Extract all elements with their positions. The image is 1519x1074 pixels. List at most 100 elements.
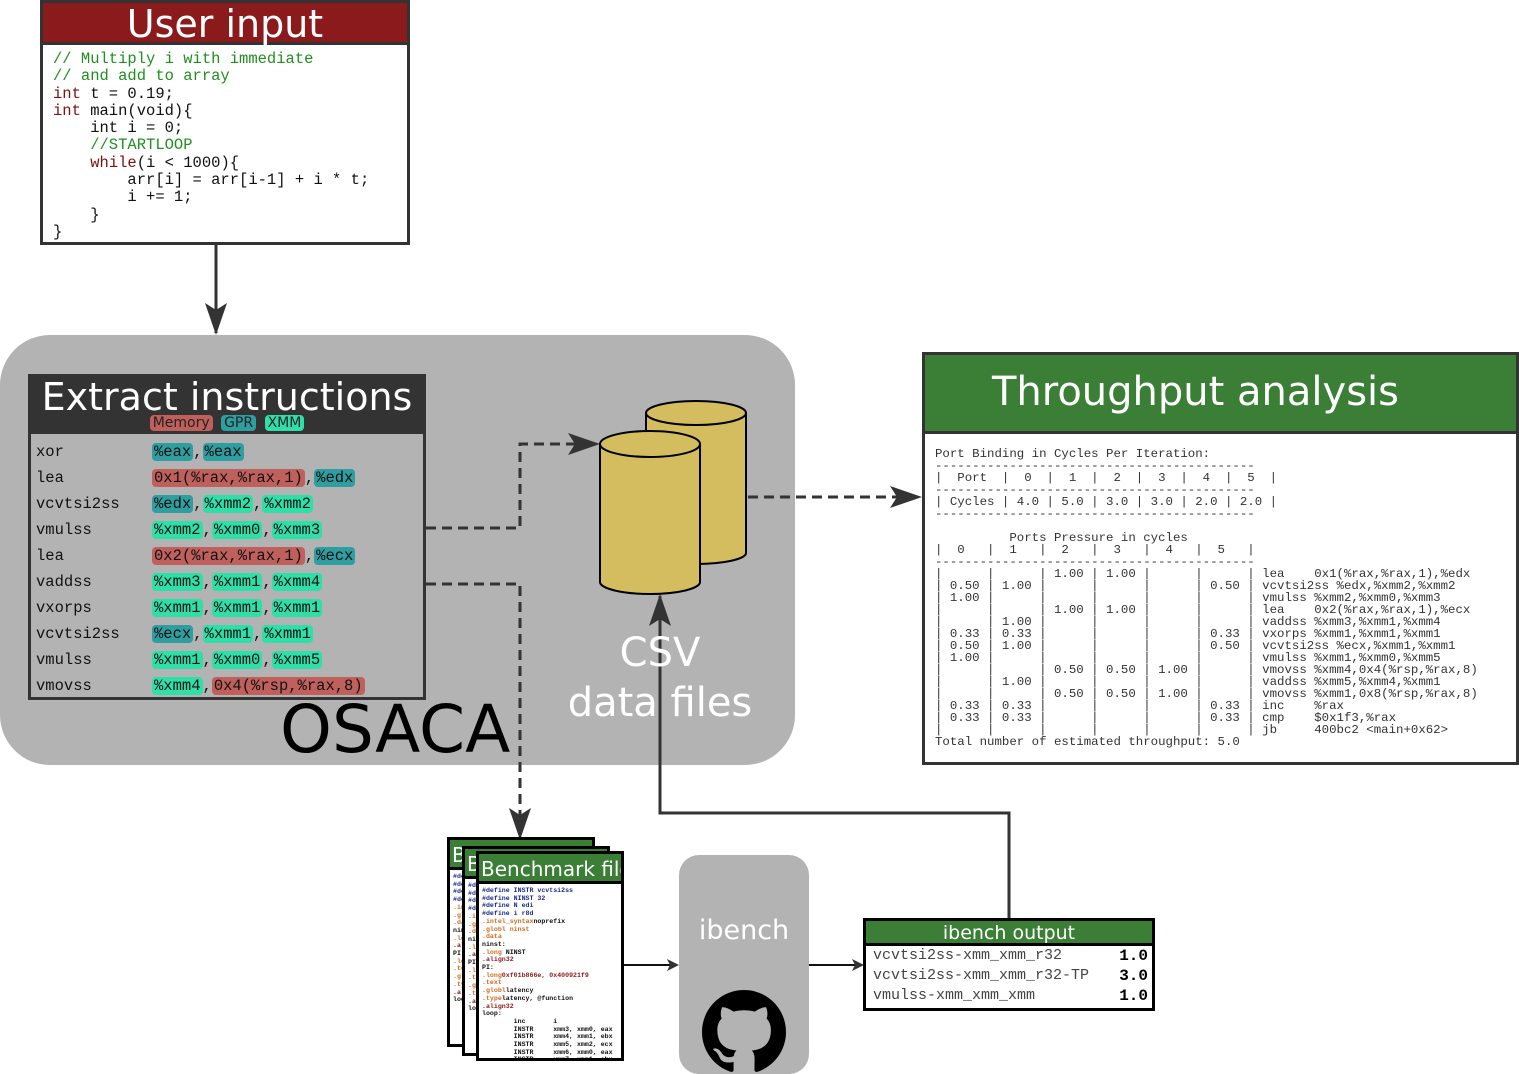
instruction-operands: %xmm2, %xmm0, %xmm3 bbox=[152, 521, 323, 539]
operand-xmm: %xmm4 bbox=[152, 677, 203, 695]
code-line: int main(void){ bbox=[53, 101, 193, 120]
instruction-operands: %xmm3, %xmm1, %xmm4 bbox=[152, 573, 323, 591]
operand-xmm: %xmm3 bbox=[271, 521, 323, 539]
instruction-mnemonic: vcvtsi2ss bbox=[36, 625, 120, 643]
ibench-output-title: ibench output bbox=[866, 921, 1152, 946]
output-value: 1.0 bbox=[1119, 947, 1148, 965]
benchmark-file-front: Benchmark file #define INSTR vcvtsi2ss #d… bbox=[476, 851, 624, 1061]
user-input-title: User input bbox=[43, 3, 407, 45]
csv-database-icon bbox=[599, 400, 747, 595]
operand-gpr: %eax bbox=[152, 443, 194, 461]
operand-xmm: %xmm0 bbox=[211, 651, 263, 669]
operand-memory: 0x4(%rsp,%rax,8) bbox=[211, 677, 365, 695]
legend-memory: Memory bbox=[149, 415, 213, 431]
operand-gpr: %ecx bbox=[152, 625, 194, 643]
benchmark-file-title: Benchmark file bbox=[479, 854, 621, 884]
instruction-row: vmulss %xmm2, %xmm0, %xmm3 bbox=[36, 517, 423, 543]
benchmark-line: .long NINST bbox=[482, 948, 526, 956]
arrow-extract-to-benchmark bbox=[426, 582, 531, 840]
benchmark-line: .align32 bbox=[482, 1002, 514, 1010]
instruction-row: vmulss %xmm1, %xmm0, %xmm5 bbox=[36, 647, 423, 673]
code-line: int t = 0.19; bbox=[53, 84, 174, 103]
operand-xmm: %xmm1 bbox=[211, 573, 263, 591]
output-row: vcvtsi2ss-xmm_xmm_r32-TP 3.0 bbox=[866, 966, 1152, 986]
extract-instructions-panel: Extract instructions Memory GPR XMM xor%… bbox=[28, 374, 426, 700]
instruction-mnemonic: vmulss bbox=[36, 651, 92, 669]
instruction-mnemonic: lea bbox=[36, 469, 64, 487]
throughput-analysis-panel: Throughput analysis Port Binding in Cycl… bbox=[922, 352, 1519, 765]
instruction-operands: %ecx, %xmm1, %xmm1 bbox=[152, 625, 313, 643]
operand-gpr: %eax bbox=[202, 443, 244, 461]
instruction-operands: %xmm1, %xmm1, %xmm1 bbox=[152, 599, 323, 617]
operand-memory: 0x1(%rax,%rax,1) bbox=[152, 469, 305, 487]
operand-xmm: %xmm5 bbox=[271, 651, 323, 669]
code-line: } bbox=[53, 205, 100, 224]
operand-xmm: %xmm2 bbox=[202, 495, 254, 513]
legend-xmm: XMM bbox=[264, 415, 305, 431]
operand-xmm: %xmm1 bbox=[211, 599, 263, 617]
output-instruction: vcvtsi2ss-xmm_xmm_r32-TP bbox=[873, 967, 1090, 984]
instruction-operands: %xmm1, %xmm0, %xmm5 bbox=[152, 651, 323, 669]
benchmark-line: .globl ninst bbox=[482, 925, 530, 933]
instruction-row: lea 0x2(%rax,%rax,1), %ecx bbox=[36, 543, 423, 569]
operand-xmm: %xmm2 bbox=[262, 495, 313, 513]
ibench-label: ibench bbox=[698, 915, 790, 946]
code-line: } bbox=[53, 222, 63, 241]
code-line: //STARTLOOP bbox=[53, 136, 193, 155]
github-icon bbox=[702, 990, 786, 1072]
operand-xmm: %xmm1 bbox=[262, 625, 313, 643]
extract-header: Extract instructions Memory GPR XMM bbox=[31, 377, 423, 434]
instruction-mnemonic: vcvtsi2ss bbox=[36, 495, 120, 513]
operand-gpr: %ecx bbox=[314, 547, 356, 565]
output-value: 1.0 bbox=[1119, 987, 1148, 1005]
benchmark-line: .typelatency, @function bbox=[482, 994, 574, 1002]
operand-xmm: %xmm3 bbox=[152, 573, 203, 591]
code-line: arr[i] = arr[i-1] + i * t; bbox=[53, 171, 370, 190]
operand-gpr: %edx bbox=[152, 495, 194, 513]
benchmark-line: #define i r8d bbox=[482, 910, 534, 918]
benchmark-line: .data bbox=[482, 933, 502, 941]
benchmark-line: .intel_syntaxnoprefix bbox=[482, 917, 566, 925]
operand-memory: 0x2(%rax,%rax,1) bbox=[152, 547, 305, 565]
source-code: // Multiply i with immediate// and add t… bbox=[43, 45, 407, 241]
csv-data-files-label: CSV data files bbox=[560, 628, 760, 728]
operand-xmm: %xmm0 bbox=[211, 521, 263, 539]
instruction-row: vcvtsi2ss %ecx, %xmm1, %xmm1 bbox=[36, 621, 423, 647]
instruction-row: vcvtsi2ss %edx, %xmm2, %xmm2 bbox=[36, 491, 423, 517]
csv-label-line2: data files bbox=[567, 680, 753, 726]
operand-xmm: %xmm2 bbox=[152, 521, 203, 539]
throughput-title: Throughput analysis bbox=[925, 355, 1516, 434]
benchmark-line: INSTR xmm7, xmm1, ebx bbox=[482, 1056, 613, 1061]
legend-gpr: GPR bbox=[221, 415, 257, 431]
benchmark-line: INSTR xmm6, xmm0, eax bbox=[482, 1048, 613, 1056]
ibench-output-panel: ibench output vcvtsi2ss-xmm_xmm_r32 1.0 … bbox=[863, 918, 1155, 1011]
instruction-list: xor %eax, %eax lea 0x1(%rax,%rax,1), %edx vcvt… bbox=[31, 434, 423, 699]
benchmark-line: .align32 bbox=[482, 956, 514, 964]
user-input-panel: User input // Multiply i with immediate /… bbox=[40, 0, 410, 245]
instruction-mnemonic: vmovss bbox=[36, 677, 92, 695]
arrow-extract-to-csv bbox=[426, 433, 600, 530]
operand-xmm: %xmm4 bbox=[271, 573, 323, 591]
benchmark-line: inc i bbox=[482, 1017, 558, 1025]
instruction-row: vmovss %xmm4, 0x4(%rsp,%rax,8) bbox=[36, 673, 423, 699]
benchmark-line: ninst: bbox=[482, 940, 506, 948]
csv-label-line1: CSV bbox=[619, 630, 701, 676]
instruction-row: vxorps %xmm1, %xmm1, %xmm1 bbox=[36, 595, 423, 621]
instruction-mnemonic: vxorps bbox=[36, 599, 92, 617]
instruction-operands: %eax, %eax bbox=[152, 443, 244, 461]
cylinder-front bbox=[599, 430, 701, 595]
instruction-row: lea 0x1(%rax,%rax,1), %edx bbox=[36, 465, 423, 491]
benchmark-line: .long0xf01b866e, 0x400921f9 bbox=[482, 971, 589, 979]
operand-gpr: %edx bbox=[314, 469, 356, 487]
benchmark-line: #define N edi bbox=[482, 902, 534, 910]
output-row: vmulss-xmm_xmm_xmm 1.0 bbox=[866, 986, 1152, 1006]
instruction-mnemonic: vaddss bbox=[36, 573, 92, 591]
operand-xmm: %xmm1 bbox=[271, 599, 323, 617]
benchmark-line: INSTR xmm4, xmm1, ebx bbox=[482, 1033, 613, 1041]
benchmark-line: .text bbox=[482, 979, 502, 987]
benchmark-line: #define NINST 32 bbox=[482, 894, 546, 902]
throughput-report: Port Binding in Cycles Per Iteration: --… bbox=[935, 447, 1478, 749]
extract-title: Extract instructions bbox=[41, 375, 413, 419]
code-line: int i = 0; bbox=[53, 119, 184, 138]
instruction-operands: %edx, %xmm2, %xmm2 bbox=[152, 495, 313, 513]
